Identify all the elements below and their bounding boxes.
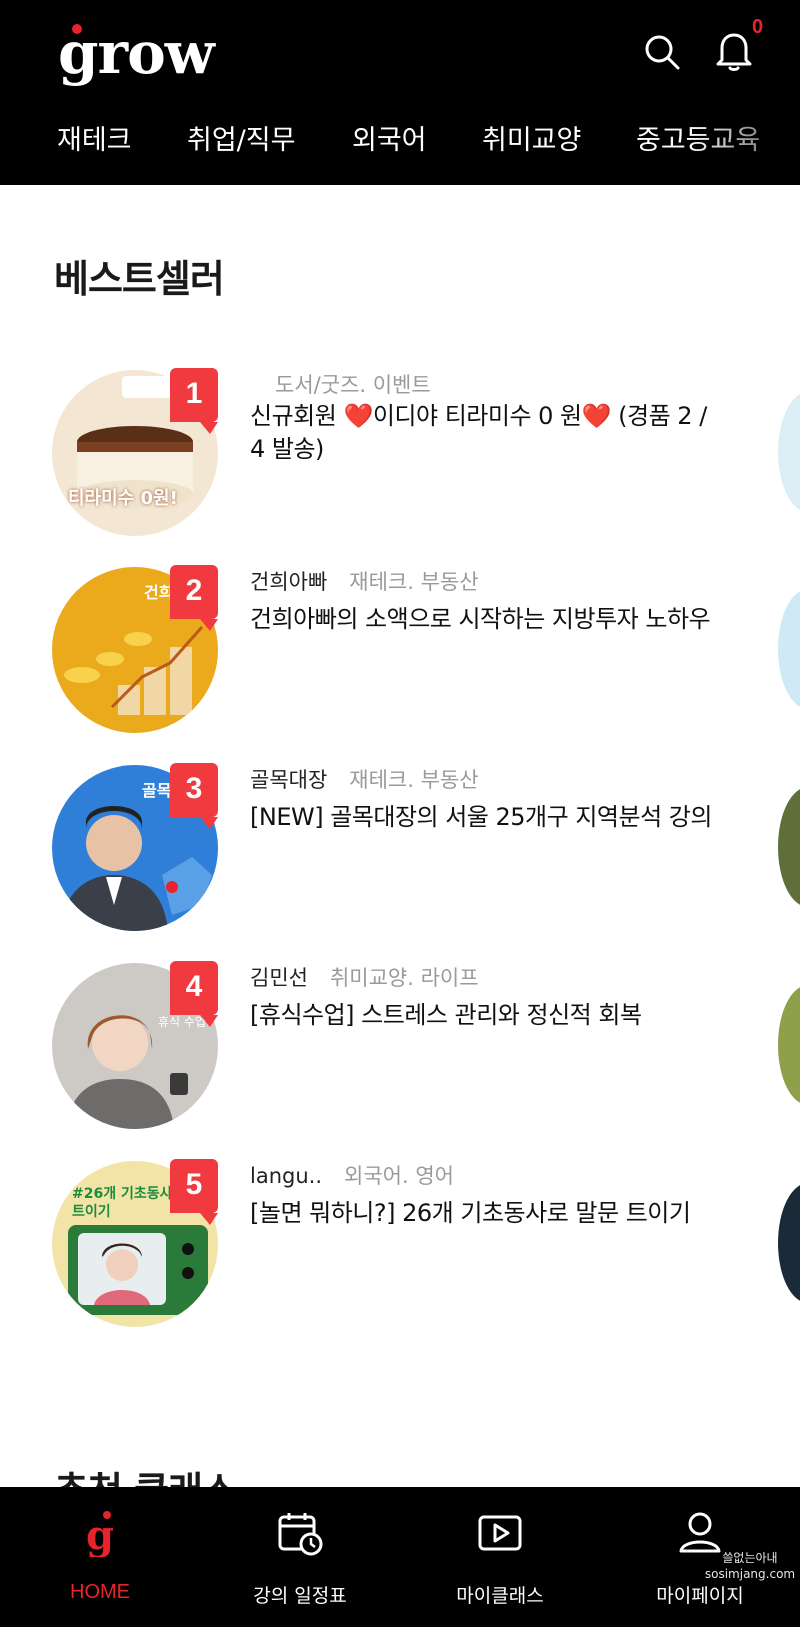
nav-item-language[interactable]: 외국어 [352, 115, 427, 167]
nav-item-career[interactable]: 취업/직무 [187, 115, 295, 167]
course-meta: 골목대장 재테크. 부동산 [250, 765, 479, 795]
nav-item-hobby[interactable]: 취미교양 [482, 115, 581, 167]
rank-badge: 1 [170, 368, 218, 434]
list-item[interactable]: 골목 3 골목대장 재테크. 부동산 [NEW] 골목대장의 서울 25개구 지역… [0, 763, 800, 935]
nav-item-finance[interactable]: 재테크 [57, 115, 132, 167]
course-category: 취미교양. 라이프 [329, 966, 479, 990]
course-title[interactable]: 신규회원 ❤️이디야 티라미수 0 원❤️ (경품 2 / 4 발송) [250, 400, 720, 466]
course-title[interactable]: [휴식수업] 스트레스 관리와 정신적 회복 [250, 999, 720, 1032]
tab-label: HOME [70, 1581, 130, 1603]
list-item[interactable]: 건희 2 건희아빠 재테크. 부동산 건희아빠의 소액으로 시작하는 지방투자 노… [0, 565, 800, 737]
logo-dot [72, 24, 82, 34]
course-meta: langu.. 외국어. 영어 [250, 1161, 454, 1191]
calendar-clock-icon [278, 1513, 323, 1556]
next-column-thumbnail[interactable] [778, 1183, 800, 1303]
rank-badge: 2 [170, 565, 218, 631]
search-icon[interactable] [640, 30, 684, 74]
home-g-icon: g [86, 1511, 114, 1557]
next-column-thumbnail[interactable] [778, 787, 800, 907]
nav-item-secondary-edu[interactable]: 중고등교육 [636, 115, 760, 167]
watermark: 쓸없는아내 sosimjang.com [704, 1551, 796, 1581]
tab-home[interactable]: g HOME [0, 1487, 200, 1627]
course-category: 재테크. 부동산 [349, 570, 479, 594]
bottom-nav: g HOME 강의 일정표 마이클래스 마이페이지 [0, 1487, 800, 1627]
course-title[interactable]: [NEW] 골목대장의 서울 25개구 지역분석 강의 [250, 801, 720, 834]
course-category: 재테크. 부동산 [349, 768, 479, 792]
tab-my-class[interactable]: 마이클래스 [400, 1487, 600, 1627]
course-title[interactable]: 건희아빠의 소액으로 시작하는 지방투자 노하우 [250, 603, 720, 636]
course-meta: 건희아빠 재테크. 부동산 [250, 567, 479, 597]
list-item[interactable]: 티라미수 0원! 1 도서/굿즈. 이벤트 신규회원 ❤️이디야 티라미수 0 … [0, 368, 800, 540]
tab-label: 마이페이지 [656, 1585, 744, 1607]
section-title: 베스트셀러 [54, 257, 225, 301]
course-author: 골목대장 [250, 768, 328, 792]
category-nav: 재테크 취업/직무 외국어 취미교양 중고등교육 [0, 115, 800, 167]
play-card-icon [478, 1515, 522, 1551]
course-author: langu.. [250, 1164, 323, 1188]
list-item[interactable]: #26개 기초동사 말문 트이기 5 langu.. 외국어. 영어 [놀면 뭐하… [0, 1159, 800, 1331]
rank-badge: 4 [170, 961, 218, 1027]
next-column-thumbnail[interactable] [778, 589, 800, 709]
tab-schedule[interactable]: 강의 일정표 [200, 1487, 400, 1627]
course-author: 김민선 [250, 966, 308, 990]
bell-icon[interactable] [710, 26, 758, 74]
next-column-thumbnail[interactable] [778, 392, 800, 512]
course-meta: 김민선 취미교양. 라이프 [250, 963, 479, 993]
course-category: 외국어. 영어 [344, 1164, 454, 1188]
app-header: grow 0 재테크 취업/직무 외국어 취미교양 중고등교육 [0, 0, 800, 185]
course-author: 건희아빠 [250, 570, 328, 594]
rank-badge: 3 [170, 763, 218, 829]
thumbnail-caption: 티라미수 0원! [68, 488, 178, 509]
svg-text:g: g [86, 1512, 114, 1557]
course-meta: 도서/굿즈. 이벤트 [275, 370, 431, 400]
notification-count: 0 [752, 16, 764, 38]
next-column-thumbnail[interactable] [778, 985, 800, 1105]
rank-badge: 5 [170, 1159, 218, 1225]
course-category: 도서/굿즈. 이벤트 [275, 373, 431, 397]
list-item[interactable]: 휴식 수업 4 김민선 취미교양. 라이프 [휴식수업] 스트레스 관리와 정신적… [0, 961, 800, 1133]
thumbnail-caption: 골목 [142, 781, 172, 800]
tab-label: 강의 일정표 [253, 1585, 347, 1607]
thumbnail-caption: 휴식 수업 [158, 1015, 206, 1029]
course-title[interactable]: [놀면 뭐하니?] 26개 기초동사로 말문 트이기 [250, 1197, 720, 1230]
tab-label: 마이클래스 [456, 1585, 544, 1607]
